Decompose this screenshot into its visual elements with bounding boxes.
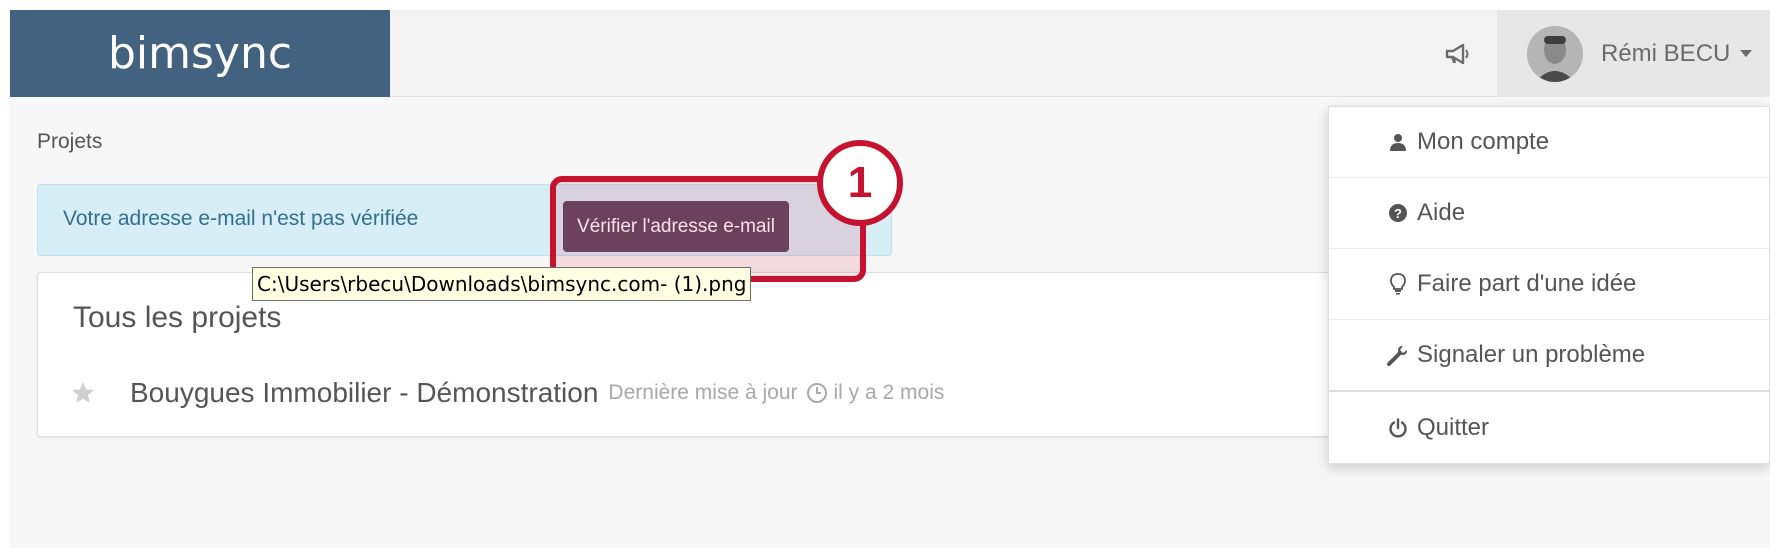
alert-text: Votre adresse e-mail n'est pas vérifiée: [63, 207, 419, 230]
panel-title: Tous les projets: [73, 301, 282, 334]
user-icon: [1387, 131, 1409, 153]
menu-item-help[interactable]: ? Aide: [1329, 178, 1769, 248]
app-window: bimsync Rémi BECU Projets Votre adresse …: [10, 10, 1770, 548]
brand-logo[interactable]: bimsync: [10, 10, 390, 97]
user-name: Rémi BECU: [1601, 39, 1731, 67]
brand-name: bimsync: [107, 28, 293, 79]
announcement-icon[interactable]: [1440, 36, 1476, 72]
wrench-icon: [1387, 344, 1409, 366]
file-path-tooltip: C:\Users\rbecu\Downloads\bimsync.com- (1…: [252, 267, 752, 301]
annotation-step-badge: 1: [817, 140, 903, 226]
menu-item-label: Aide: [1417, 199, 1466, 226]
svg-text:?: ?: [1394, 206, 1402, 221]
question-circle-icon: ?: [1387, 202, 1409, 224]
breadcrumb[interactable]: Projets: [37, 130, 102, 154]
user-menu-toggle[interactable]: Rémi BECU: [1497, 10, 1770, 97]
menu-item-account[interactable]: Mon compte: [1329, 107, 1769, 177]
updated-label: Dernière mise à jour: [608, 381, 798, 404]
menu-item-label: Mon compte: [1417, 128, 1550, 155]
project-name-link[interactable]: Bouygues Immobilier - Démonstration: [130, 377, 598, 409]
list-item: Bouygues Immobilier - Démonstration Dern…: [68, 373, 944, 413]
menu-item-report-problem[interactable]: Signaler un problème: [1329, 320, 1769, 390]
menu-item-label: Faire part d'une idée: [1417, 270, 1637, 297]
lightbulb-icon: [1387, 273, 1409, 295]
updated-time: il y a 2 mois: [833, 381, 945, 404]
power-icon: [1387, 417, 1409, 439]
avatar: [1527, 25, 1583, 82]
menu-divider: [1329, 390, 1769, 392]
user-dropdown-menu: Mon compte ? Aide Faire part d'une idée …: [1328, 106, 1770, 464]
top-navbar: bimsync Rémi BECU: [10, 10, 1770, 97]
chevron-down-icon: [1740, 50, 1753, 57]
menu-item-logout[interactable]: Quitter: [1329, 393, 1769, 463]
menu-item-label: Quitter: [1417, 414, 1490, 441]
menu-item-label: Signaler un problème: [1417, 341, 1646, 368]
star-icon[interactable]: [68, 378, 98, 408]
menu-item-idea[interactable]: Faire part d'une idée: [1329, 249, 1769, 319]
clock-icon: [806, 382, 828, 404]
